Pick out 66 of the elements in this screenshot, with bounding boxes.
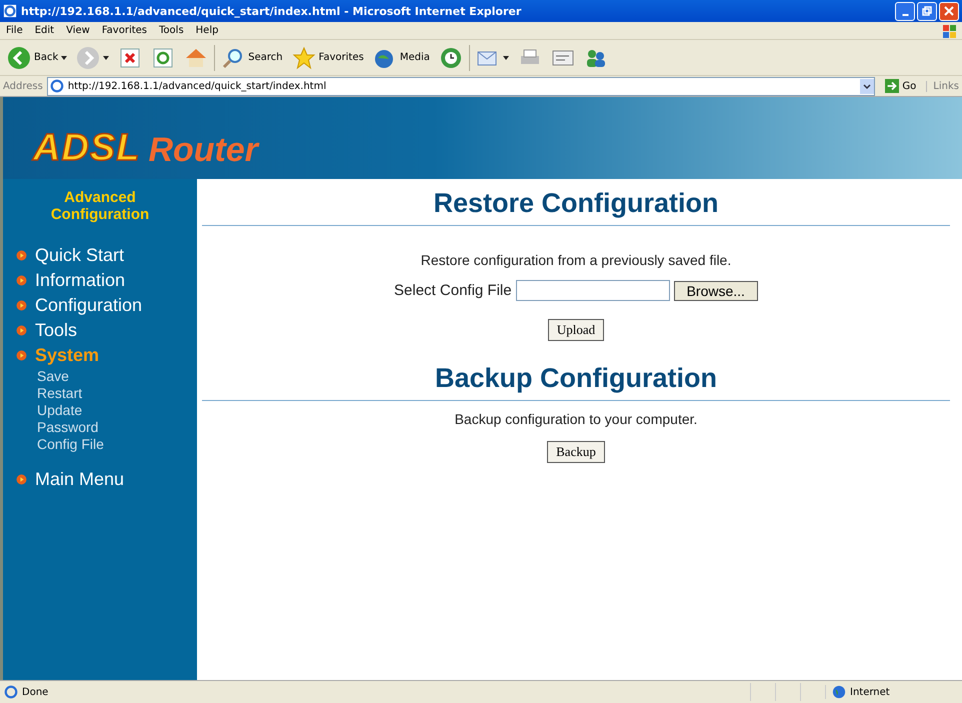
description-text: Backup configuration to your computer. [454, 411, 698, 427]
section-title: Restore Configuration [433, 187, 718, 219]
sidebar-heading: Advanced Configuration [50, 189, 150, 223]
minimize-icon [902, 14, 908, 16]
page-icon [50, 79, 64, 93]
status-text: Done [22, 686, 48, 698]
bullet-icon [16, 350, 27, 361]
section-title: Backup Configuration [435, 362, 717, 394]
menu-item[interactable]: Tools [159, 25, 184, 36]
submenu-item[interactable]: Password [3, 419, 197, 436]
submenu-item[interactable]: Update [3, 402, 197, 419]
description-text: Restore configuration from a previously saved file. [420, 252, 732, 268]
menu-item[interactable]: Help [196, 25, 218, 36]
refresh-icon [151, 46, 176, 70]
nav-item[interactable]: Tools [35, 320, 78, 341]
media-button[interactable]: Media [370, 44, 433, 72]
restore-button[interactable] [917, 2, 937, 20]
backup-button[interactable]: Backup [547, 441, 605, 463]
logo-subtext: Router [148, 133, 258, 167]
bullet-icon [16, 325, 27, 336]
arrow-icon [885, 79, 900, 93]
windows-flag-icon [942, 22, 958, 38]
globe-icon [832, 685, 846, 699]
nav-item[interactable]: Main Menu [35, 469, 124, 490]
upload-button[interactable]: Upload [548, 319, 604, 341]
menu-item[interactable]: Edit [34, 25, 54, 36]
search-button[interactable]: Search [218, 44, 286, 72]
dropdown-icon[interactable] [860, 78, 874, 94]
close-button[interactable] [939, 2, 959, 20]
browser-icon [3, 4, 17, 18]
page-icon [4, 685, 18, 699]
address-text: http://192.168.1.1/advanced/quick_start/index.html [68, 80, 326, 92]
close-icon [944, 6, 954, 16]
minimize-button[interactable] [895, 2, 915, 20]
submenu-item[interactable]: Config File [3, 436, 197, 453]
submenu-item[interactable]: Save [3, 368, 197, 385]
menu-item[interactable]: File [6, 25, 23, 36]
stop-icon [118, 46, 142, 70]
bullet-icon [16, 275, 27, 286]
restore-icon [922, 6, 932, 16]
browse-button[interactable]: Browse... [674, 280, 758, 300]
address-field[interactable]: http://192.168.1.1/advanced/quick_start/index.html [46, 76, 876, 96]
zone-text: Internet [850, 686, 890, 698]
logo-text: ADSL [33, 129, 140, 167]
caret-icon [61, 56, 68, 60]
address-label: Address [3, 80, 43, 92]
clock-icon [438, 46, 463, 70]
window-title: http://192.168.1.1/advanced/quick_start/index.html - Microsoft Internet Explorer [21, 4, 522, 18]
go-button[interactable]: Go [879, 79, 922, 93]
caret-icon [502, 56, 509, 60]
bullet-icon [16, 250, 27, 261]
nav-item[interactable]: Configuration [35, 295, 142, 316]
links-button[interactable]: Links [926, 80, 959, 92]
submenu-item[interactable]: Restart [3, 385, 197, 402]
bullet-icon [16, 474, 27, 485]
nav-item[interactable]: Quick Start [35, 245, 124, 266]
nav-item[interactable]: Information [35, 270, 126, 291]
bullet-icon [16, 300, 27, 311]
field-label: Select Config File [394, 282, 512, 299]
back-button[interactable]: Back [4, 44, 70, 72]
menu-item[interactable]: Favorites [102, 25, 148, 36]
star-icon [292, 46, 316, 70]
menu-item[interactable]: View [66, 25, 90, 36]
favorites-button[interactable]: Favorites [288, 44, 367, 72]
file-input-field[interactable] [516, 280, 670, 301]
caret-icon [103, 56, 110, 60]
